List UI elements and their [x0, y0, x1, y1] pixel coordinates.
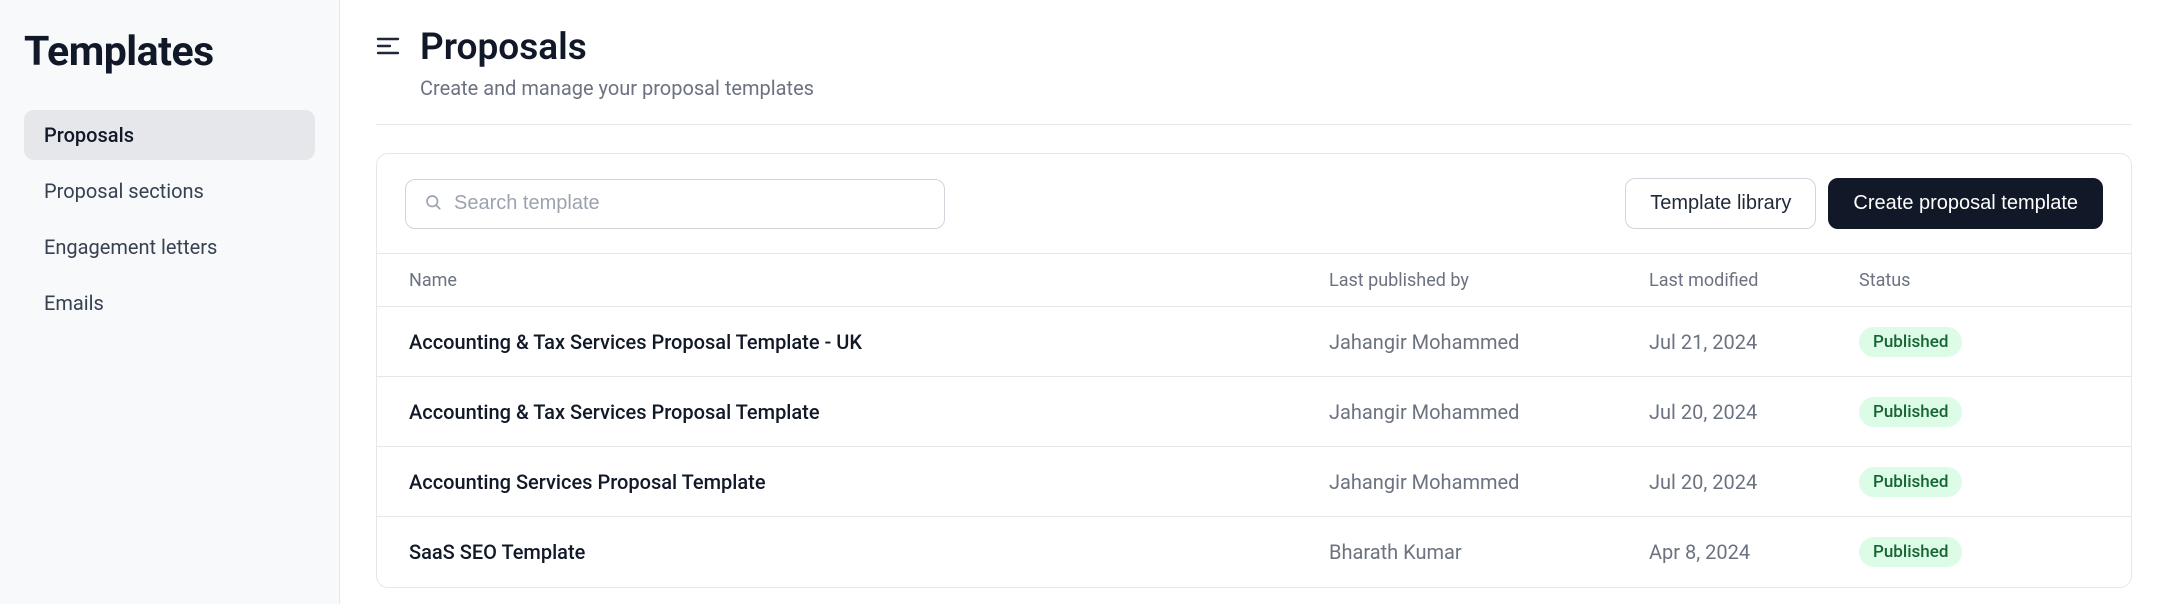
sidebar-item-emails[interactable]: Emails	[24, 278, 315, 328]
cell-status: Published	[1859, 327, 2099, 357]
table-row[interactable]: SaaS SEO Template Bharath Kumar Apr 8, 2…	[377, 517, 2131, 587]
sidebar-nav: Proposals Proposal sections Engagement l…	[24, 110, 315, 328]
menu-toggle-icon[interactable]	[376, 36, 400, 61]
search-input[interactable]	[454, 192, 926, 215]
sidebar-item-proposal-sections[interactable]: Proposal sections	[24, 166, 315, 216]
template-library-button[interactable]: Template library	[1625, 178, 1816, 229]
templates-card: Template library Create proposal templat…	[376, 153, 2132, 588]
sidebar-item-label: Engagement letters	[44, 235, 217, 259]
col-header-name: Name	[409, 270, 1329, 291]
status-badge: Published	[1859, 397, 1962, 427]
toolbar: Template library Create proposal templat…	[377, 154, 2131, 253]
cell-name: Accounting & Tax Services Proposal Templ…	[409, 330, 1329, 354]
app-section-title: Templates	[24, 28, 315, 76]
cell-published-by: Bharath Kumar	[1329, 540, 1649, 564]
table-row[interactable]: Accounting Services Proposal Template Ja…	[377, 447, 2131, 517]
cell-status: Published	[1859, 397, 2099, 427]
sidebar-item-label: Proposals	[44, 123, 134, 147]
cell-modified: Apr 8, 2024	[1649, 540, 1859, 564]
sidebar: Templates Proposals Proposal sections En…	[0, 0, 340, 604]
cell-name: Accounting & Tax Services Proposal Templ…	[409, 400, 1329, 424]
page-subtitle: Create and manage your proposal template…	[420, 76, 814, 100]
sidebar-item-proposals[interactable]: Proposals	[24, 110, 315, 160]
cell-published-by: Jahangir Mohammed	[1329, 470, 1649, 494]
sidebar-item-label: Proposal sections	[44, 179, 204, 203]
cell-published-by: Jahangir Mohammed	[1329, 400, 1649, 424]
table-row[interactable]: Accounting & Tax Services Proposal Templ…	[377, 377, 2131, 447]
cell-name: SaaS SEO Template	[409, 540, 1329, 564]
cell-modified: Jul 20, 2024	[1649, 400, 1859, 424]
table-header-row: Name Last published by Last modified Sta…	[377, 253, 2131, 307]
cell-published-by: Jahangir Mohammed	[1329, 330, 1649, 354]
page-header: Proposals Create and manage your proposa…	[376, 26, 2132, 125]
col-header-modified: Last modified	[1649, 270, 1859, 291]
status-badge: Published	[1859, 467, 1962, 497]
col-header-status: Status	[1859, 270, 2099, 291]
page-title: Proposals	[420, 26, 814, 70]
status-badge: Published	[1859, 327, 1962, 357]
search-icon	[424, 192, 442, 216]
sidebar-item-label: Emails	[44, 291, 104, 315]
cell-status: Published	[1859, 537, 2099, 567]
status-badge: Published	[1859, 537, 1962, 567]
col-header-published-by: Last published by	[1329, 270, 1649, 291]
cell-name: Accounting Services Proposal Template	[409, 470, 1329, 494]
cell-modified: Jul 20, 2024	[1649, 470, 1859, 494]
table-row[interactable]: Accounting & Tax Services Proposal Templ…	[377, 307, 2131, 377]
cell-modified: Jul 21, 2024	[1649, 330, 1859, 354]
search-field-wrap[interactable]	[405, 179, 945, 229]
create-proposal-template-button[interactable]: Create proposal template	[1828, 178, 2103, 229]
sidebar-item-engagement-letters[interactable]: Engagement letters	[24, 222, 315, 272]
main-content: Proposals Create and manage your proposa…	[340, 0, 2168, 604]
cell-status: Published	[1859, 467, 2099, 497]
